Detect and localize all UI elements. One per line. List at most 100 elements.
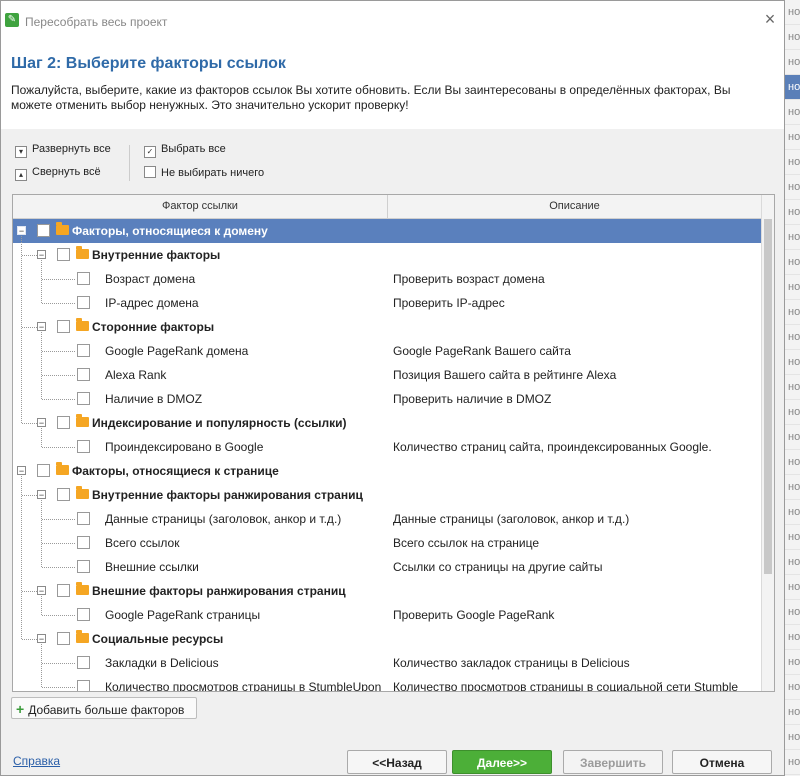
factor-checkbox[interactable] [37,464,50,477]
collapse-all-icon: ▴ [15,169,27,181]
collapse-node-icon[interactable]: − [37,634,46,644]
background-row: но [785,525,800,550]
finish-button[interactable]: Завершить [563,750,663,774]
factor-label: Наличие в DMOZ [105,392,203,406]
collapse-node-icon[interactable]: − [37,250,46,260]
factor-description: Количество просмотров страницы в социаль… [393,680,739,692]
factor-checkbox[interactable] [57,320,70,333]
scrollbar-thumb[interactable] [764,219,772,574]
tree-connector [42,519,75,520]
expand-all-button[interactable]: ▾ Развернуть все [15,143,111,158]
factor-group-label: Социальные ресурсы [92,632,224,646]
help-link[interactable]: Справка [13,754,60,768]
factor-checkbox[interactable] [57,584,70,597]
collapse-all-button[interactable]: ▴ Свернуть всё [15,166,101,181]
factor-checkbox[interactable] [77,296,90,309]
factor-label: Возраст домена [105,272,196,286]
tree-row[interactable]: − Внутренние факторы ранжирования страниц [13,483,761,507]
factor-checkbox[interactable] [57,632,70,645]
tree-row[interactable]: Google PageRank страницы Проверить Google… [13,603,761,627]
factor-checkbox[interactable] [57,488,70,501]
select-none-button[interactable]: Не выбирать ничего [144,166,264,179]
close-icon[interactable]: × [762,10,778,28]
factor-description: Ссылки со страницы на другие сайты [393,560,603,574]
factor-checkbox[interactable] [57,416,70,429]
tree-row[interactable]: − Факторы, относящиеся к домену [13,219,761,243]
checked-box-icon: ✓ [144,146,156,158]
tree-connector [42,615,75,616]
tree-row[interactable]: − Внешние факторы ранжирования страниц [13,579,761,603]
tree-row[interactable]: Данные страницы (заголовок, анкор и т.д.… [13,507,761,531]
tree-connector [22,495,37,496]
expand-all-icon: ▾ [15,146,27,158]
tree-connector [42,279,75,280]
folder-icon [76,486,89,499]
collapse-node-icon[interactable]: − [37,322,46,332]
tree-guide-line [41,644,42,687]
factor-label: Alexa Rank [105,368,167,382]
collapse-node-icon[interactable]: − [37,418,46,428]
tree-row[interactable]: − Сторонние факторы [13,315,761,339]
factor-checkbox[interactable] [37,224,50,237]
factor-group-label: Внутренние факторы ранжирования страниц [92,488,363,502]
factor-checkbox[interactable] [77,536,90,549]
factor-checkbox[interactable] [77,656,90,669]
back-button[interactable]: <<Назад [347,750,447,774]
vertical-scrollbar[interactable] [761,195,774,691]
factor-label: Данные страницы (заголовок, анкор и т.д.… [105,512,342,526]
factor-checkbox[interactable] [77,440,90,453]
empty-box-icon [144,166,156,178]
tree-row[interactable]: Наличие в DMOZ Проверить наличие в DMOZ [13,387,761,411]
factor-description: Позиция Вашего сайта в рейтинге Alexa [393,368,617,382]
tree-row[interactable]: − Индексирование и популярность (ссылки) [13,411,761,435]
factor-checkbox[interactable] [77,608,90,621]
tree-row[interactable]: Возраст домена Проверить возраст домена [13,267,761,291]
factor-checkbox[interactable] [57,248,70,261]
factor-label: Внешние ссылки [105,560,199,574]
factor-label: Закладки в Delicious [105,656,219,670]
rebuild-project-dialog: ✎ Пересобрать весь проект × Шаг 2: Выбер… [0,0,785,776]
tree-row[interactable]: Количество просмотров страницы в Stumble… [13,675,761,692]
tree-row[interactable]: Проиндексировано в Google Количество стра… [13,435,761,459]
collapse-node-icon[interactable]: − [17,466,26,476]
tree-connector [42,351,75,352]
select-all-button[interactable]: ✓ Выбрать все [144,143,226,158]
factor-checkbox[interactable] [77,560,90,573]
tree-rows: − Факторы, относящиеся к домену − Внутренни… [13,219,761,692]
add-more-factors-button[interactable]: + Добавить больше факторов [11,697,197,719]
title-bar: ✎ Пересобрать весь проект × [1,1,784,41]
factor-checkbox[interactable] [77,368,90,381]
tree-row[interactable]: Закладки в Delicious Количество закладок … [13,651,761,675]
collapse-node-icon[interactable]: − [37,490,46,500]
folder-icon [76,246,89,259]
column-header-description[interactable]: Описание [388,195,761,218]
toolbar-separator [129,145,130,181]
tree-row[interactable]: Всего ссылок Всего ссылок на странице [13,531,761,555]
tree-row[interactable]: − Внутренние факторы [13,243,761,267]
factor-label: Google PageRank домена [105,344,249,358]
factor-checkbox[interactable] [77,392,90,405]
tree-row[interactable]: Внешние ссылки Ссылки со страницы на друг… [13,555,761,579]
folder-icon [56,222,69,235]
factor-label: Количество просмотров страницы в Stumble… [105,680,382,692]
factor-group-label: Внутренние факторы [92,248,221,262]
column-header-factor[interactable]: Фактор ссылки [13,195,388,218]
factor-checkbox[interactable] [77,680,90,691]
background-row: но [785,500,800,525]
tree-row[interactable]: Alexa Rank Позиция Вашего сайта в рейтинг… [13,363,761,387]
background-row: но [785,50,800,75]
tree-row[interactable]: − Факторы, относящиеся к странице [13,459,761,483]
tree-guide-line [41,260,42,303]
next-button[interactable]: Далее>> [452,750,552,774]
collapse-node-icon[interactable]: − [37,586,46,596]
collapse-node-icon[interactable]: − [17,226,26,236]
plus-icon: + [16,701,25,717]
factor-checkbox[interactable] [77,272,90,285]
tree-row[interactable]: IP-адрес домена Проверить IP-адрес [13,291,761,315]
factor-checkbox[interactable] [77,344,90,357]
factor-checkbox[interactable] [77,512,90,525]
tree-row[interactable]: − Социальные ресурсы [13,627,761,651]
factor-group-label: Индексирование и популярность (ссылки) [92,416,347,430]
cancel-button[interactable]: Отмена [672,750,772,774]
tree-row[interactable]: Google PageRank домена Google PageRank Ва… [13,339,761,363]
